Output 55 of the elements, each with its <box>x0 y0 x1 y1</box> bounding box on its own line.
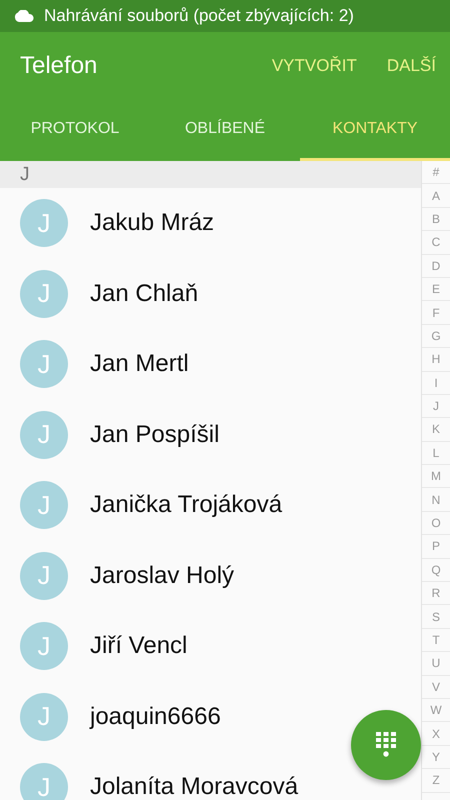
index-letter[interactable]: D <box>422 254 450 278</box>
index-letter[interactable]: L <box>422 442 450 466</box>
index-letter[interactable]: V <box>422 676 450 699</box>
index-letter[interactable]: S <box>422 605 450 629</box>
index-letter[interactable]: Q <box>422 558 450 582</box>
action-button[interactable]: VYTVOŘIT <box>242 56 357 76</box>
index-letter[interactable]: G <box>422 324 450 348</box>
avatar: J <box>20 763 68 800</box>
index-letter[interactable]: R <box>422 582 450 606</box>
index-letter[interactable]: A <box>422 184 450 208</box>
cloud-icon <box>14 10 34 22</box>
index-letter[interactable]: K <box>422 418 450 442</box>
avatar: J <box>20 481 68 530</box>
avatar: J <box>20 340 68 388</box>
avatar: J <box>20 552 68 600</box>
contact-name[interactable]: Jiří Vencl <box>90 632 188 660</box>
avatar: J <box>20 622 68 670</box>
contact-name[interactable]: Jakub Mráz <box>90 209 214 238</box>
contact-name[interactable]: Jan Mertl <box>90 350 189 378</box>
index-letter[interactable]: # <box>422 161 450 184</box>
index-letter[interactable]: X <box>422 722 450 746</box>
index-letter[interactable]: C <box>422 231 450 255</box>
upload-notification: Nahrávání souborů (počet zbývajících: 2) <box>44 6 354 26</box>
index-letter[interactable]: I <box>422 372 450 395</box>
contact-name[interactable]: Janička Trojáková <box>90 491 282 520</box>
avatar: J <box>20 270 68 318</box>
index-letter[interactable]: F <box>422 301 450 325</box>
index-letter[interactable]: Z <box>422 769 450 793</box>
index-letter[interactable]: H <box>422 348 450 372</box>
contact-name[interactable]: joaquin6666 <box>90 702 221 731</box>
tab[interactable]: PROTOKOL <box>0 100 150 161</box>
avatar: J <box>20 692 68 741</box>
app-title: Telefon <box>20 52 98 80</box>
index-letter[interactable]: J <box>422 394 450 418</box>
dialpad-button[interactable] <box>351 710 421 780</box>
section-letter: J <box>20 164 30 186</box>
index-letter[interactable]: Y <box>422 746 450 770</box>
index-letter[interactable]: P <box>422 535 450 559</box>
index-letter[interactable]: O <box>422 512 450 536</box>
index-letter[interactable]: M <box>422 465 450 488</box>
contact-name[interactable]: Jan Pospíšil <box>90 420 220 449</box>
avatar: J <box>20 410 68 459</box>
index-letter[interactable]: E <box>422 278 450 302</box>
dialpad-icon <box>376 732 396 758</box>
index-letter[interactable]: N <box>422 488 450 512</box>
action-button[interactable]: DALŠÍ <box>356 56 436 76</box>
index-letter[interactable]: T <box>422 628 450 652</box>
index-letter[interactable]: W <box>422 698 450 722</box>
avatar: J <box>20 199 68 248</box>
contact-name[interactable]: Jan Chlaň <box>90 280 198 308</box>
contact-name[interactable]: Jolaníta Moravcová <box>90 773 298 800</box>
tab[interactable]: OBLÍBENÉ <box>150 100 300 161</box>
index-letter[interactable]: B <box>422 208 450 232</box>
contact-name[interactable]: Jaroslav Holý <box>90 562 234 590</box>
index-letter[interactable]: U <box>422 652 450 676</box>
